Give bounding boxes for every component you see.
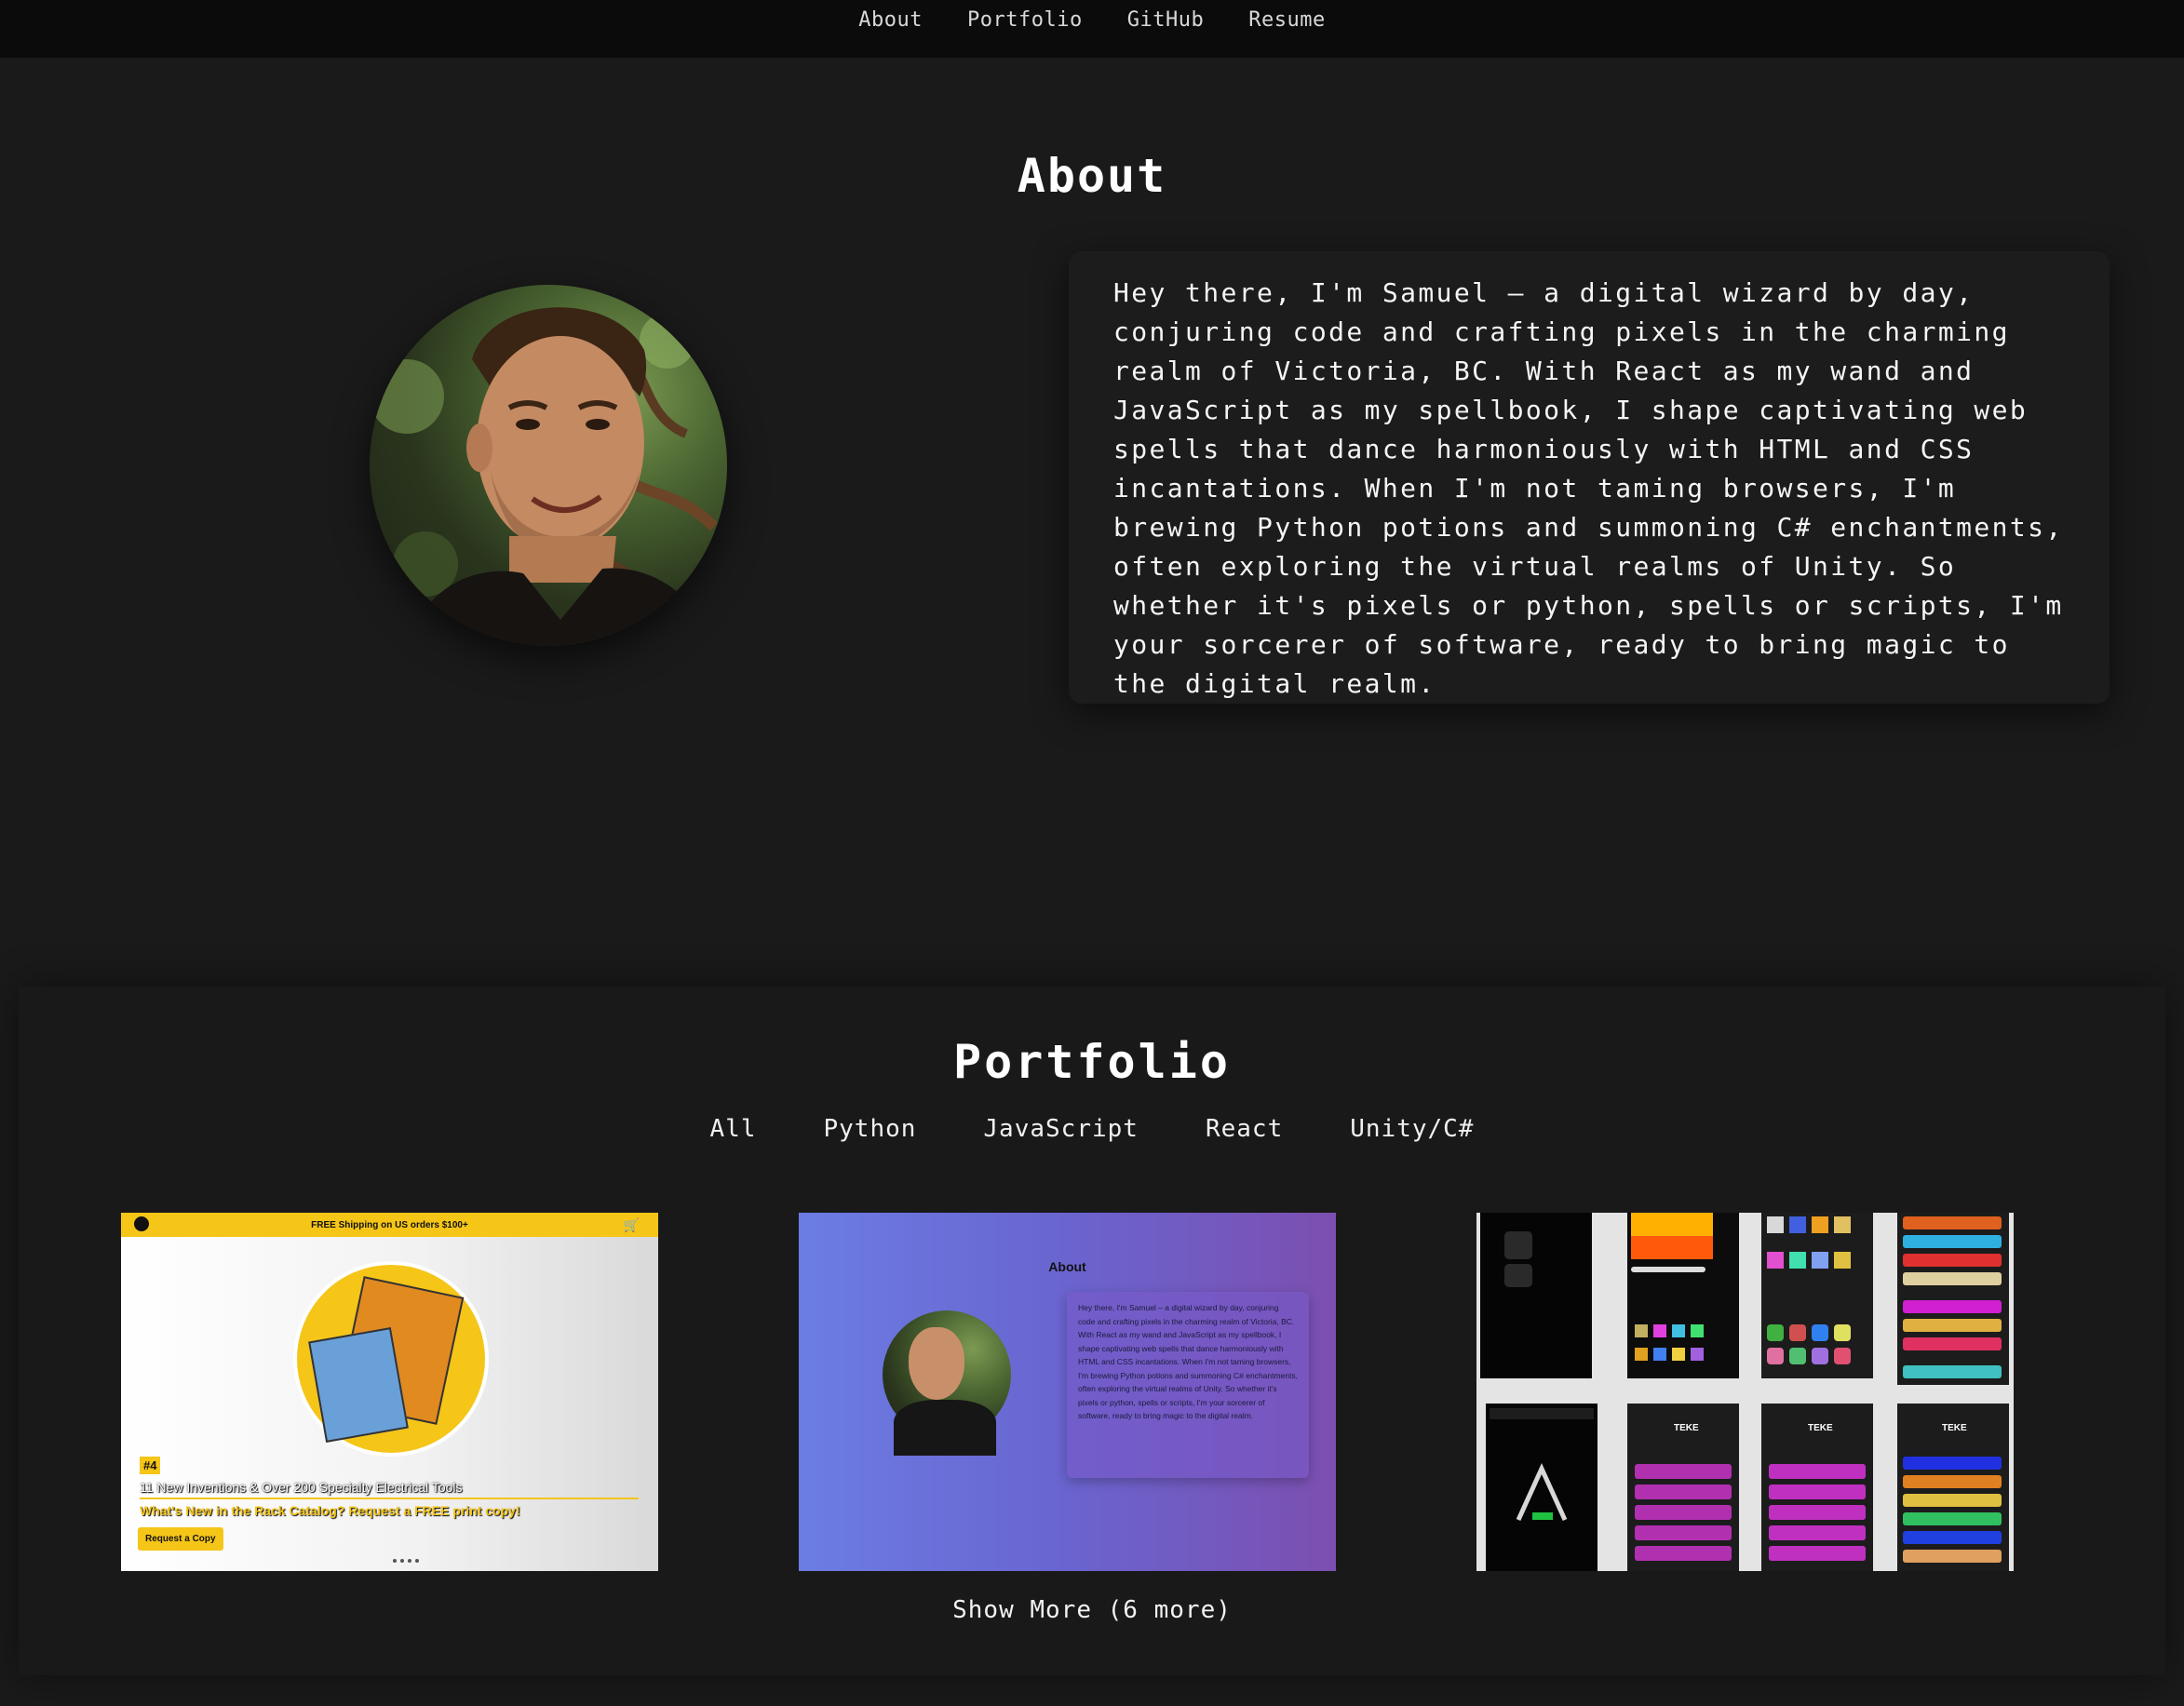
nav-link-resume[interactable]: Resume — [1248, 8, 1325, 32]
nav-link-github[interactable]: GitHub — [1127, 8, 1204, 32]
card1-topbar: FREE Shipping on US orders $100+ — [121, 1213, 658, 1237]
card1-logo-icon — [134, 1216, 149, 1231]
app-screens-illustration — [1480, 1213, 2009, 1571]
filter-unity-csharp[interactable]: Unity/C# — [1350, 1115, 1474, 1143]
about-card: Hey there, I'm Samuel – a digital wizard… — [1069, 251, 2110, 704]
nav-links: About Portfolio GitHub Resume — [858, 8, 1325, 32]
show-more-button[interactable]: Show More (6 more) — [0, 1596, 2184, 1624]
cart-icon: 🛒 — [623, 1218, 640, 1233]
card1-subhead: What's New in the Rack Catalog? Request … — [140, 1503, 520, 1518]
card2-profile-photo — [883, 1310, 1011, 1456]
portfolio-filters: All Python JavaScript React Unity/C# — [0, 1115, 2184, 1143]
teke-app-name-2: TEKE — [1808, 1423, 1833, 1433]
page: About Portfolio GitHub Resume About Hey … — [0, 0, 2184, 1706]
nav-link-portfolio[interactable]: Portfolio — [967, 8, 1083, 32]
filter-all[interactable]: All — [710, 1115, 757, 1143]
teke-app-name-3: TEKE — [1942, 1423, 1967, 1433]
carousel-dots — [393, 1559, 419, 1563]
project-card-portfolio-site[interactable]: About Hey there, I'm Samuel – a digital … — [799, 1213, 1336, 1571]
card1-divider — [140, 1498, 639, 1499]
card1-topbar-text: FREE Shipping on US orders $100+ — [311, 1219, 468, 1230]
filter-react[interactable]: React — [1206, 1115, 1283, 1143]
card2-about-title: About — [1048, 1259, 1086, 1274]
card2-about-box: Hey there, I'm Samuel – a digital wizard… — [1067, 1292, 1309, 1478]
card1-headline: 11 New Inventions & Over 200 Specialty E… — [140, 1480, 463, 1495]
filter-python[interactable]: Python — [823, 1115, 916, 1143]
project-card-rack-catalog[interactable]: FREE Shipping on US orders $100+ 🛒 #4 11… — [121, 1213, 658, 1571]
portfolio-title: Portfolio — [953, 1035, 1231, 1089]
top-nav: About Portfolio GitHub Resume — [0, 0, 2184, 58]
about-bio: Hey there, I'm Samuel – a digital wizard… — [1113, 277, 2064, 699]
project-card-teke-app[interactable]: TEKE TEKE TEKE — [1476, 1213, 2014, 1571]
catalog-cover-image-2 — [308, 1327, 409, 1443]
request-copy-button: Request a Copy — [138, 1527, 223, 1551]
profile-photo — [370, 285, 727, 646]
teke-app-name: TEKE — [1674, 1423, 1699, 1433]
nav-link-about[interactable]: About — [858, 8, 923, 32]
filter-javascript[interactable]: JavaScript — [983, 1115, 1139, 1143]
card1-badge: #4 — [140, 1457, 161, 1474]
profile-photo-illustration — [370, 307, 719, 646]
about-title: About — [1017, 149, 1167, 203]
